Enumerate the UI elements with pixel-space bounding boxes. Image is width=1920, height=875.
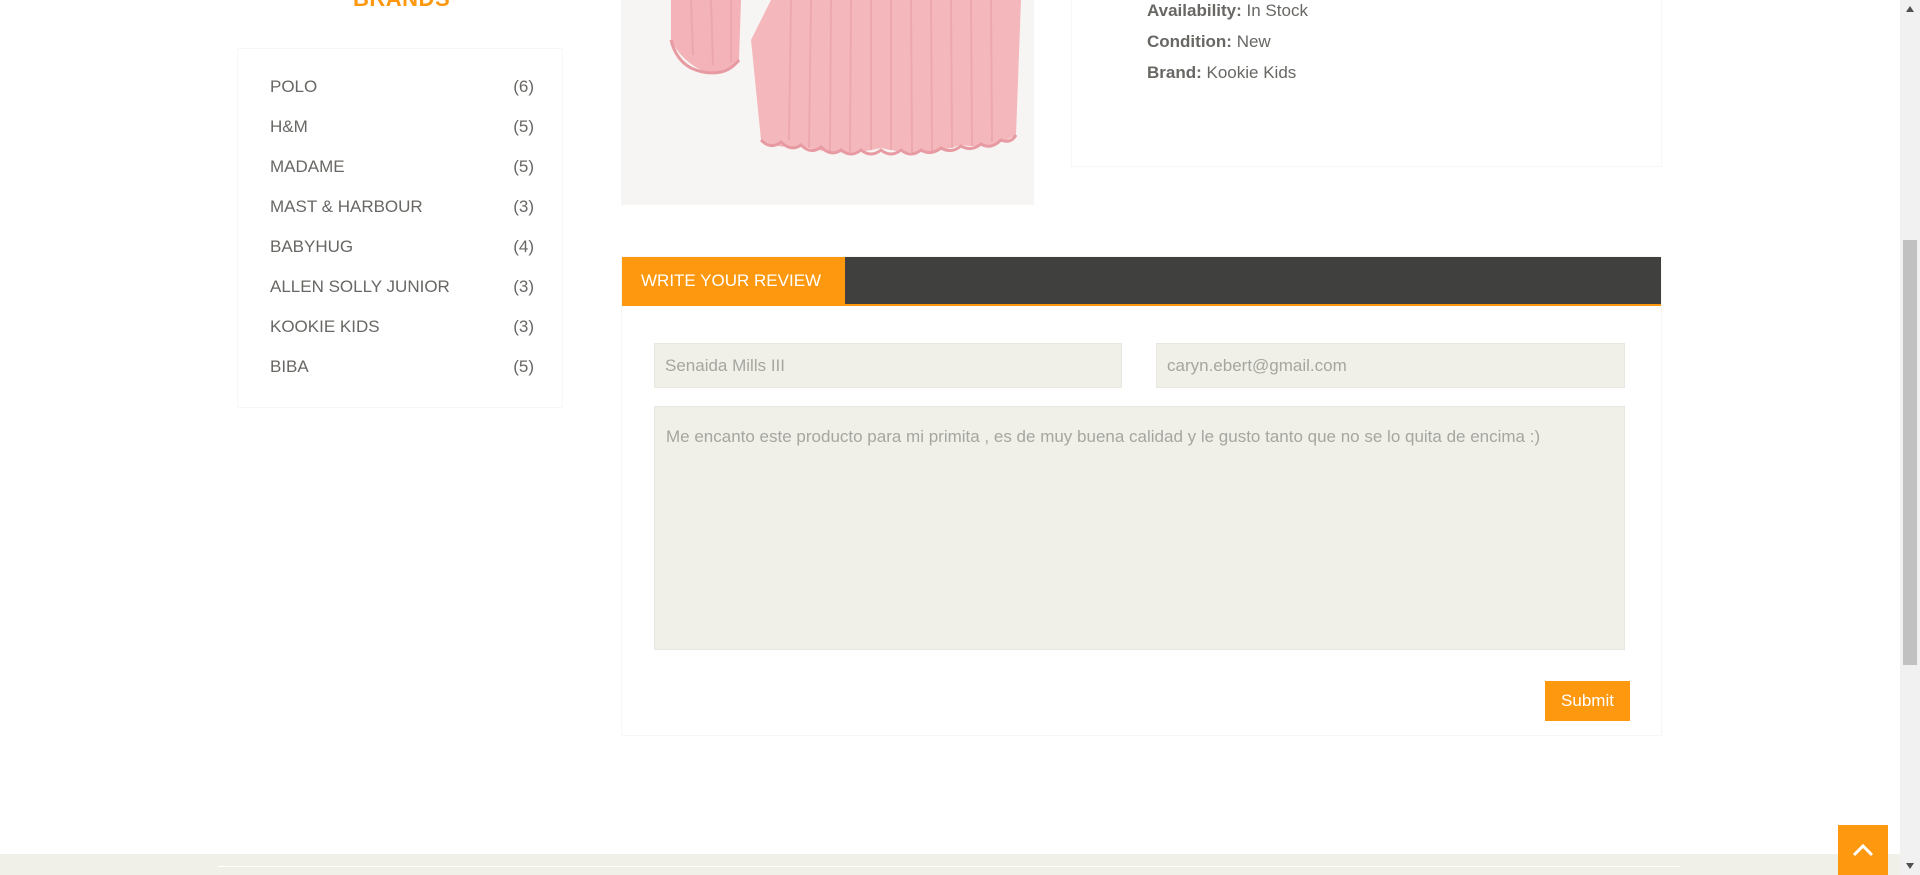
brands-panel: POLO (6) H&M (5) MADAME (5) MAST & HARBO… [237,48,563,408]
brand-count: (3) [513,317,534,336]
condition-value: New [1236,32,1271,51]
brands-heading: BRANDS [353,0,450,12]
brand-name: ALLEN SOLLY JUNIOR [270,277,450,296]
brand-item-madame[interactable]: MADAME (5) [270,155,534,179]
product-details-panel: Availability: In Stock Condition: New Br… [1071,0,1662,167]
brand-item-hm[interactable]: H&M (5) [270,115,534,139]
brand-count: (5) [513,357,534,376]
review-textarea[interactable]: Me encanto este producto para mi primita… [654,406,1625,650]
brand-name: KOOKIE KIDS [270,317,380,336]
footer-divider [218,866,1680,867]
submit-button[interactable]: Submit [1545,681,1630,721]
footer-strip [0,854,1900,875]
brand-item-kookie-kids[interactable]: KOOKIE KIDS (3) [270,315,534,339]
scrollbar-thumb[interactable] [1903,240,1917,665]
email-input[interactable]: caryn.ebert@gmail.com [1156,343,1625,388]
brand-count: (6) [513,77,534,96]
brand-item-polo[interactable]: POLO (6) [270,75,534,99]
product-image [621,0,1034,205]
brand-line: Brand: Kookie Kids [1147,63,1296,83]
availability-label: Availability: [1147,1,1242,20]
brand-item-allen-solly-junior[interactable]: ALLEN SOLLY JUNIOR (3) [270,275,534,299]
brand-name: POLO [270,77,318,96]
brand-name: MADAME [270,157,345,176]
brand-name: BABYHUG [270,237,354,256]
triangle-up-icon[interactable] [1905,4,1915,14]
brand-item-biba[interactable]: BIBA (5) [270,355,534,379]
condition-line: Condition: New [1147,32,1271,52]
brand-name: MAST & HARBOUR [270,197,423,216]
brand-count: (4) [513,237,534,256]
availability-line: Availability: In Stock [1147,1,1308,21]
scroll-up-button[interactable] [1838,825,1888,875]
brand-count: (3) [513,277,534,296]
brand-label: Brand: [1147,63,1202,82]
brand-count: (5) [513,157,534,176]
brand-count: (3) [513,197,534,216]
pink-top-illustration [621,0,1034,205]
condition-label: Condition: [1147,32,1232,51]
brand-name: BIBA [270,357,309,376]
tab-write-review[interactable]: WRITE YOUR REVIEW [622,257,845,304]
chevron-up-icon [1852,843,1874,857]
triangle-down-icon[interactable] [1905,861,1915,871]
name-input[interactable]: Senaida Mills III [654,343,1122,388]
brand-name: H&M [270,117,308,136]
brand-value: Kookie Kids [1206,63,1297,82]
brand-count: (5) [513,117,534,136]
brand-item-babyhug[interactable]: BABYHUG (4) [270,235,534,259]
brand-item-mast-harbour[interactable]: MAST & HARBOUR (3) [270,195,534,219]
availability-value: In Stock [1246,1,1308,20]
